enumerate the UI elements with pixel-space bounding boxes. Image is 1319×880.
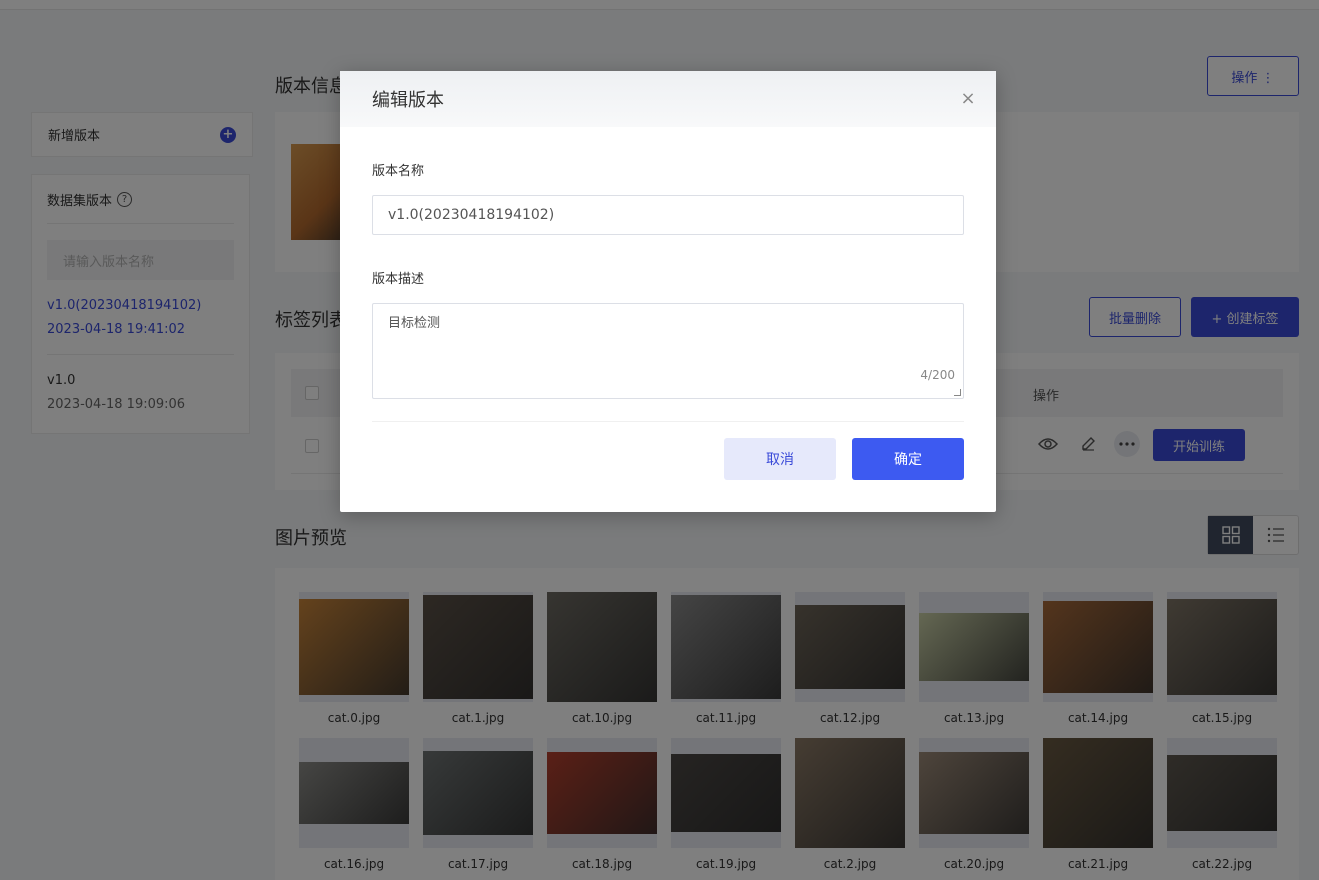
- dialog-header: 编辑版本 ×: [340, 71, 996, 127]
- version-desc-value: 目标检测: [388, 316, 441, 331]
- desc-char-counter: 4/200: [920, 368, 955, 382]
- edit-version-dialog: 编辑版本 × 版本名称 v1.0(20230418194102) 版本描述 目标…: [340, 71, 996, 512]
- version-name-label: 版本名称: [372, 164, 425, 179]
- version-name-value: v1.0(20230418194102): [388, 207, 555, 223]
- resize-handle-icon[interactable]: [954, 389, 961, 396]
- dialog-title: 编辑版本: [372, 90, 444, 111]
- cancel-button[interactable]: 取消: [724, 438, 836, 480]
- version-name-input[interactable]: v1.0(20230418194102): [372, 195, 964, 235]
- confirm-button[interactable]: 确定: [852, 438, 964, 480]
- version-desc-textarea[interactable]: 目标检测 4/200: [372, 303, 964, 399]
- version-desc-label: 版本描述: [372, 272, 425, 287]
- close-icon[interactable]: ×: [960, 90, 976, 108]
- dialog-divider: [372, 421, 964, 422]
